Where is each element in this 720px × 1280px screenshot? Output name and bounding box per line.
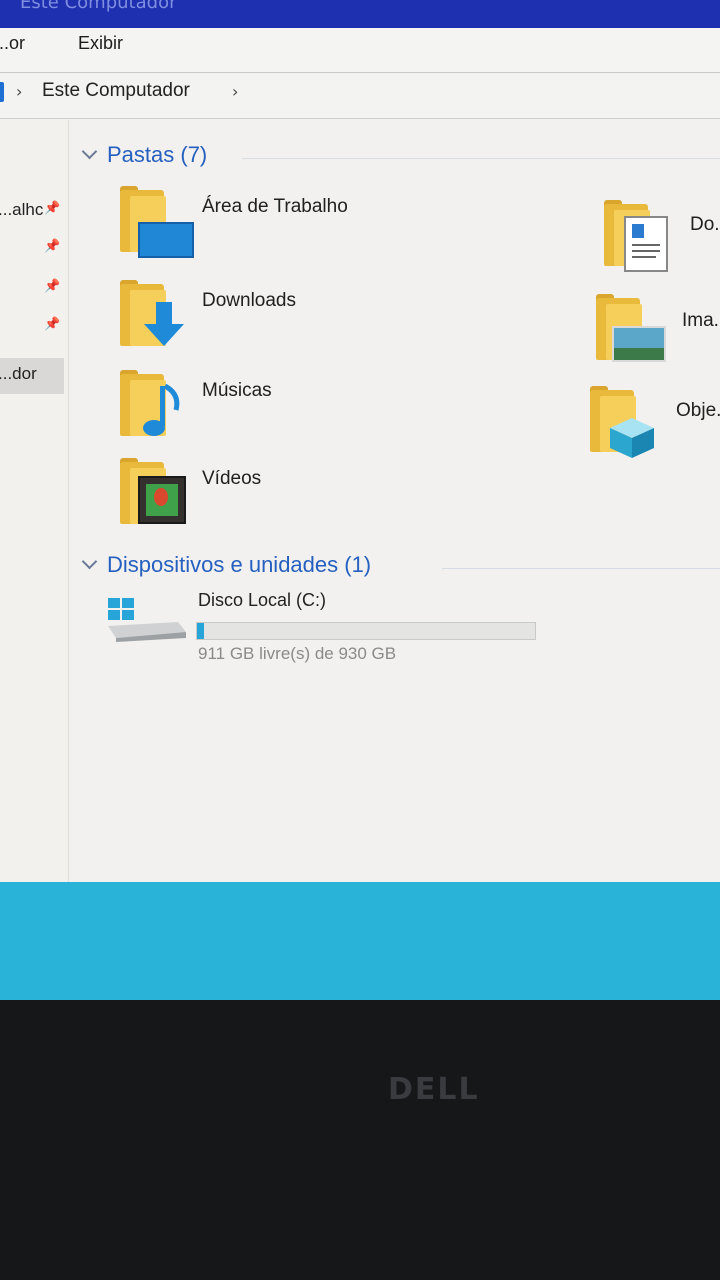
folder-imagens[interactable]: Ima... <box>594 294 720 378</box>
group-header-dispositivos[interactable]: Dispositivos e unidades (1) <box>81 552 372 578</box>
dell-logo: DELL <box>388 1072 480 1107</box>
monitor-bezel: DELL <box>0 1000 720 1280</box>
group-header-pastas[interactable]: Pastas (7) <box>81 142 208 168</box>
folder-label: Ima... <box>682 310 720 331</box>
music-folder-icon <box>118 370 188 438</box>
sidebar-item-este-computador[interactable]: ...dor <box>0 358 64 394</box>
title-bar: Este Computador <box>0 0 720 28</box>
pin-icon: 📌 <box>44 317 61 332</box>
folder-label: Obje... <box>676 400 720 421</box>
group-title: Pastas (7) <box>107 142 208 167</box>
screen: Este Computador ...or Exibir › Este Comp… <box>0 0 720 1000</box>
chevron-right-icon[interactable]: › <box>232 82 238 101</box>
desktop-folder-icon <box>118 186 194 258</box>
drive-local-c[interactable]: Disco Local (C:) 911 GB livre(s) de 930 … <box>108 590 548 670</box>
drive-free-space: 911 GB livre(s) de 930 GB <box>198 644 397 663</box>
computer-icon <box>0 82 4 102</box>
folder-label: Downloads <box>202 290 296 311</box>
navigation-pane: ...alhc 📌 📌 📌 📌 ...dor <box>0 120 69 900</box>
pin-icon: 📌 <box>44 239 61 254</box>
group-divider <box>442 568 720 569</box>
address-bar[interactable]: › Este Computador › <box>0 74 720 119</box>
folder-musicas[interactable]: Músicas <box>118 370 398 454</box>
folder-area-de-trabalho[interactable]: Área de Trabalho <box>118 186 398 270</box>
chevron-down-icon[interactable] <box>81 143 98 160</box>
ribbon-tab-exibir[interactable]: Exibir <box>78 33 123 54</box>
local-disk-icon <box>108 598 186 642</box>
folder-label: Área de Trabalho <box>202 196 348 217</box>
ribbon-tab-computador[interactable]: ...or <box>0 33 25 54</box>
3d-objects-folder-icon <box>588 386 658 458</box>
videos-folder-icon <box>118 458 188 526</box>
group-divider <box>242 158 720 159</box>
sidebar-item-documentos[interactable]: 📌 <box>0 274 62 304</box>
drive-usage-bar <box>196 622 536 640</box>
sidebar-item-label: ...alhc <box>0 200 44 219</box>
documents-folder-icon <box>602 200 672 272</box>
downloads-folder-icon <box>118 280 188 348</box>
folder-label: Músicas <box>202 380 272 401</box>
pictures-folder-icon <box>594 294 666 362</box>
pin-icon: 📌 <box>44 279 61 294</box>
sidebar-item-area-de-trabalho[interactable]: ...alhc 📌 <box>0 196 62 226</box>
folder-documentos[interactable]: Do... <box>602 200 720 284</box>
ribbon: ...or Exibir <box>0 28 720 73</box>
chevron-down-icon[interactable] <box>81 553 98 570</box>
folder-label: Vídeos <box>202 468 262 489</box>
folder-downloads[interactable]: Downloads <box>118 280 398 364</box>
drive-label: Disco Local (C:) <box>198 590 327 610</box>
sidebar-item-downloads[interactable]: 📌 <box>0 234 62 264</box>
drive-usage-fill <box>197 623 204 639</box>
folder-videos[interactable]: Vídeos <box>118 458 398 542</box>
breadcrumb-este-computador[interactable]: Este Computador <box>42 80 190 102</box>
sidebar-item-imagens[interactable]: 📌 <box>0 312 62 342</box>
group-title: Dispositivos e unidades (1) <box>107 552 372 577</box>
folder-objetos-3d[interactable]: Obje... <box>588 386 720 470</box>
sidebar-item-label: ...dor <box>0 364 37 383</box>
content-pane: Pastas (7) Área de Trabalho Downloads Mú… <box>70 120 720 900</box>
window-title: Este Computador <box>20 0 177 13</box>
pin-icon: 📌 <box>44 201 61 216</box>
taskbar <box>0 882 720 1000</box>
folder-label: Do... <box>690 214 720 235</box>
chevron-right-icon[interactable]: › <box>16 82 22 101</box>
